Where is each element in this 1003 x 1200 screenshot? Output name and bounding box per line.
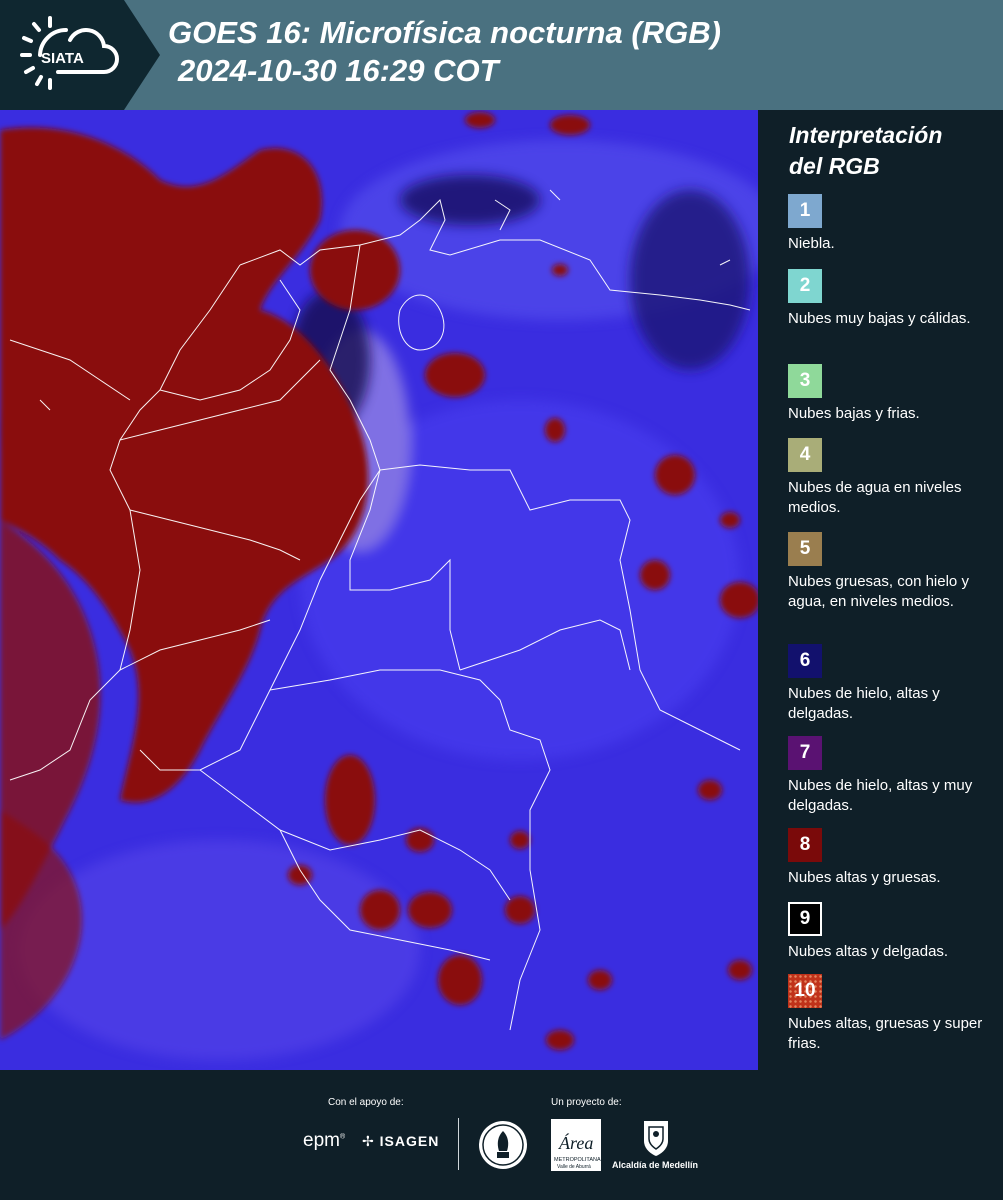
isagen-mark-icon: ✢ [362, 1133, 375, 1149]
epm-logo-text: epm [303, 1130, 340, 1151]
legend-item: 9 Nubes altas y delgadas. [788, 902, 993, 962]
area-logo-text: Área [558, 1132, 593, 1153]
legend-title: Interpretación del RGB [789, 120, 989, 182]
legend-item-text: Nubes altas, gruesas y super frias. [788, 1015, 983, 1052]
legend-swatch: 9 [788, 902, 822, 936]
siata-logo: SIATA [0, 0, 124, 110]
legend-title-line2: del RGB [789, 153, 880, 179]
legend-title-line1: Interpretación [789, 122, 943, 148]
legend-swatch: 3 [788, 364, 822, 398]
legend-item: 3 Nubes bajas y frias. [788, 364, 993, 424]
area-logo-sub2: Valle de Aburrá [557, 1164, 591, 1170]
legend-item: 5 Nubes gruesas, con hielo y agua, en ni… [788, 532, 993, 612]
footer: Con el apoyo de: Un proyecto de: epm® ✢ … [0, 1070, 1003, 1200]
legend-item-text: Nubes gruesas, con hielo y agua, en nive… [788, 573, 969, 610]
legend-swatch: 8 [788, 828, 822, 862]
legend-swatch: 4 [788, 438, 822, 472]
header-arrow-shape [124, 0, 160, 110]
page-timestamp: 2024-10-30 16:29 COT [178, 53, 499, 88]
legend-swatch: 2 [788, 269, 822, 303]
legend-item: 2 Nubes muy bajas y cálidas. [788, 269, 993, 329]
satellite-image [0, 110, 758, 1070]
legend-swatch: 10 [788, 974, 822, 1008]
legend-swatch: 6 [788, 644, 822, 678]
legend-item-text: Nubes muy bajas y cálidas. [788, 310, 971, 327]
legend-item: 6 Nubes de hielo, altas y delgadas. [788, 644, 993, 724]
legend-swatch: 7 [788, 736, 822, 770]
siata-logo-text: SIATA [41, 50, 84, 67]
legend-item-text: Nubes de agua en niveles medios. [788, 479, 962, 516]
siata-sun-cloud-icon: SIATA [20, 16, 119, 90]
legend-item: 7 Nubes de hielo, altas y muy delgadas. [788, 736, 993, 816]
legend-swatch: 5 [788, 532, 822, 566]
header-bar: SIATA GOES 16: Microfísica nocturna (RGB… [0, 0, 1003, 110]
project-label: Un proyecto de: [551, 1097, 622, 1108]
legend-item: 4 Nubes de agua en niveles medios. [788, 438, 993, 518]
legend-item-text: Nubes de hielo, altas y delgadas. [788, 685, 940, 722]
legend-item-text: Nubes bajas y frias. [788, 405, 920, 422]
medellin-seal-icon [479, 1121, 527, 1169]
legend-panel: Interpretación del RGB 1 Niebla. 2 Nubes… [762, 110, 1003, 1070]
legend-item-text: Nubes de hielo, altas y muy delgadas. [788, 777, 973, 814]
legend-item: 1 Niebla. [788, 194, 993, 254]
footer-divider [458, 1118, 459, 1170]
support-label: Con el apoyo de: [328, 1097, 404, 1108]
area-logo-sub1: METROPOLITANA [554, 1157, 601, 1163]
alcaldia-label: Alcaldía de Medellín [612, 1160, 699, 1170]
area-metropolitana-icon: Área METROPOLITANA Valle de Aburrá [551, 1119, 601, 1171]
legend-item-text: Nubes altas y gruesas. [788, 869, 941, 886]
epm-logo: epm® [303, 1130, 346, 1151]
isagen-logo-text: ISAGEN [379, 1133, 440, 1149]
legend-item: 8 Nubes altas y gruesas. [788, 828, 993, 888]
area-metropolitana-logo: Área METROPOLITANA Valle de Aburrá [551, 1119, 601, 1171]
legend-item-text: Nubes altas y delgadas. [788, 943, 949, 960]
satellite-map [0, 110, 758, 1070]
legend-swatch: 1 [788, 194, 822, 228]
page-title: GOES 16: Microfísica nocturna (RGB) [168, 15, 721, 50]
alcaldia-shield-icon [644, 1121, 668, 1156]
isagen-logo: ✢ ISAGEN [362, 1133, 439, 1150]
legend-item-text: Niebla. [788, 235, 835, 252]
legend-item: 10 Nubes altas, gruesas y super frias. [788, 974, 993, 1054]
